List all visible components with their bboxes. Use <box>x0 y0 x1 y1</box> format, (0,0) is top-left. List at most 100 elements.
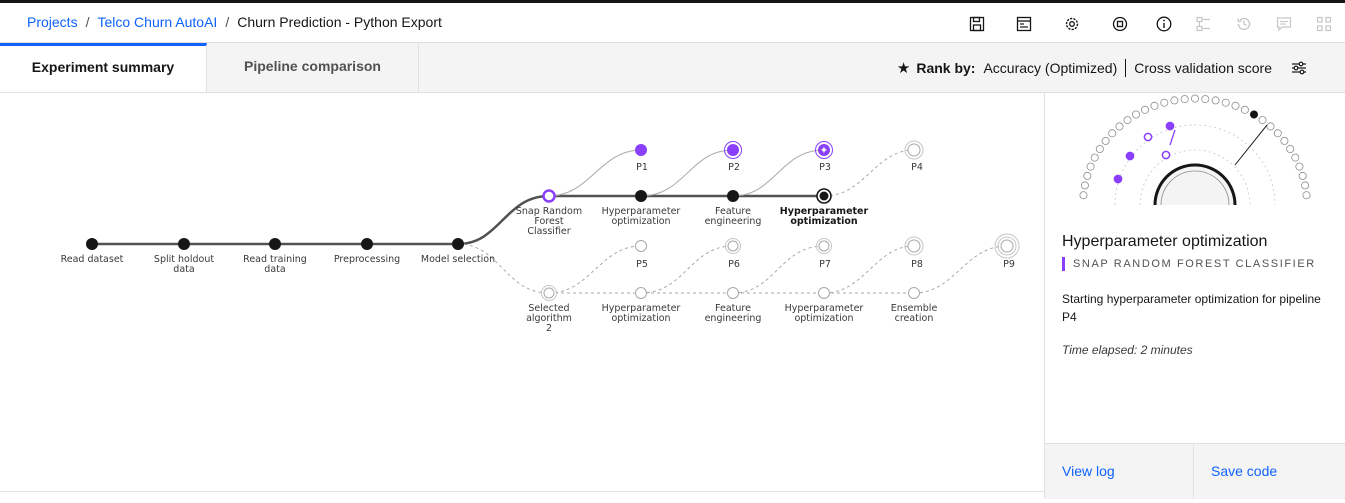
stage-label: Preprocessing <box>334 254 400 265</box>
stage-label: Model selection <box>421 254 495 265</box>
time-elapsed: Time elapsed: 2 minutes <box>1062 343 1193 357</box>
stage-label: Read dataset <box>61 254 124 265</box>
radial-dot <box>1108 129 1117 138</box>
bottom-border <box>0 491 1044 492</box>
pipeline-node-p2 <box>727 144 739 156</box>
node-ensemble <box>908 287 920 299</box>
node-preprocessing <box>361 238 373 250</box>
rank-score: Cross validation score <box>1134 60 1272 76</box>
pipeline-label: P6 <box>728 259 740 270</box>
radial-dot <box>1286 145 1295 154</box>
radial-dot <box>1190 94 1199 103</box>
history-icon <box>1235 15 1253 33</box>
star-icon: ★ <box>896 60 911 77</box>
panel-title: Hyperparameter optimization <box>1062 233 1268 250</box>
details-panel: Hyperparameter optimization SNAP RANDOM … <box>1044 93 1345 499</box>
header: Projects / Telco Churn AutoAI / Churn Predic… <box>0 3 1345 43</box>
radial-dot <box>1123 116 1132 125</box>
apps-icon <box>1315 15 1333 33</box>
breadcrumb: Projects / Telco Churn AutoAI / Churn Predic… <box>27 14 442 30</box>
radial-pipeline-dot <box>1125 151 1135 161</box>
panel-footer: View log Save code <box>1045 443 1345 499</box>
p3-edge <box>732 149 825 197</box>
pipeline-node-p8 <box>907 239 921 253</box>
radial-dot <box>1231 101 1240 110</box>
stage-label: Hyperparameter optimization <box>785 303 864 324</box>
radial-connector <box>1169 129 1176 146</box>
radial-dot <box>1080 181 1089 190</box>
pipeline-label: P9 <box>1003 259 1015 270</box>
node-upper-hpo2-core <box>819 191 829 201</box>
pipeline-node-p5 <box>635 240 647 252</box>
radial-pipeline-dot <box>1143 132 1153 142</box>
radial-dot <box>1095 145 1104 154</box>
view-log-button[interactable]: View log <box>1045 444 1194 499</box>
breadcrumb-projects[interactable]: Projects <box>27 14 78 30</box>
pipeline-node-p1 <box>635 144 647 156</box>
radial-dot <box>1249 110 1258 119</box>
radial-dot <box>1086 162 1095 171</box>
flow-icon <box>1195 15 1213 33</box>
tab-experiment-summary[interactable]: Experiment summary <box>0 43 207 92</box>
radial-pipeline-dot <box>1165 121 1175 131</box>
radial-dot <box>1101 136 1110 145</box>
radial-dot <box>1298 171 1307 180</box>
radial-dot <box>1160 98 1169 107</box>
settings-icon[interactable] <box>1063 15 1081 33</box>
node-read-dataset <box>86 238 98 250</box>
pipeline-label: P3 <box>819 162 831 173</box>
pipeline-label: P2 <box>728 162 740 173</box>
radial-dot <box>1240 105 1249 114</box>
lower-branch-edge <box>457 243 550 294</box>
pipeline-label: P1 <box>636 162 648 173</box>
radial-dot <box>1083 171 1092 180</box>
stage-label-active: Hyperparameter optimization <box>780 206 869 227</box>
radial-pipeline-dot <box>1161 150 1171 160</box>
deploy-icon[interactable] <box>1111 15 1129 33</box>
node-read-training <box>269 238 281 250</box>
pipeline-node-p4 <box>907 143 921 157</box>
save-code-button[interactable]: Save code <box>1194 444 1345 499</box>
radial-dot <box>1180 95 1189 104</box>
stage-label: Hyperparameter optimization <box>602 206 681 227</box>
settings-adjust-icon[interactable] <box>1290 59 1308 77</box>
pipeline-node-p7 <box>818 240 830 252</box>
p4-edge <box>823 149 915 197</box>
info-icon[interactable] <box>1155 15 1173 33</box>
radial-dot <box>1291 153 1300 162</box>
breadcrumb-current: Churn Prediction - Python Export <box>237 14 442 30</box>
radial-dot <box>1079 191 1088 200</box>
radial-connector <box>1234 124 1268 166</box>
rank-label: Rank by: <box>916 60 976 76</box>
p9-edge <box>913 245 1008 294</box>
radial-dot <box>1273 129 1282 138</box>
rank-by: ★ Rank by: Accuracy (Optimized) Cross va… <box>897 59 1308 77</box>
p2-edge <box>640 149 734 197</box>
p8-edge <box>823 245 915 294</box>
save-icon[interactable] <box>968 15 986 33</box>
stage-label: Ensemble creation <box>891 303 938 324</box>
pipeline-label: P4 <box>911 162 923 173</box>
radial-dot <box>1266 122 1275 131</box>
radial-pipeline-dot <box>1113 174 1123 184</box>
radial-dot <box>1301 181 1310 190</box>
radial-dot <box>1132 110 1141 119</box>
node-upper-hpo1 <box>635 190 647 202</box>
pipeline-node-p6 <box>727 240 739 252</box>
p1-edge <box>548 149 642 197</box>
breadcrumb-project[interactable]: Telco Churn AutoAI <box>97 14 217 30</box>
p7-edge <box>732 245 825 294</box>
notebook-icon[interactable] <box>1015 15 1033 33</box>
stage-label: Snap Random Forest Classifier <box>516 206 582 237</box>
stage-label: Feature engineering <box>705 303 762 324</box>
stage-label: Feature engineering <box>705 206 762 227</box>
p6-edge <box>640 245 734 294</box>
tab-pipeline-comparison[interactable]: Pipeline comparison <box>207 43 419 92</box>
node-snap-rf <box>542 189 556 203</box>
tab-bar: Experiment summary Pipeline comparison ★… <box>0 43 1345 93</box>
rank-divider <box>1125 59 1127 77</box>
stage-label: Hyperparameter optimization <box>602 303 681 324</box>
pipeline-node-p9 <box>1000 239 1014 253</box>
radial-dot <box>1258 116 1267 125</box>
radial-dot <box>1170 96 1179 105</box>
